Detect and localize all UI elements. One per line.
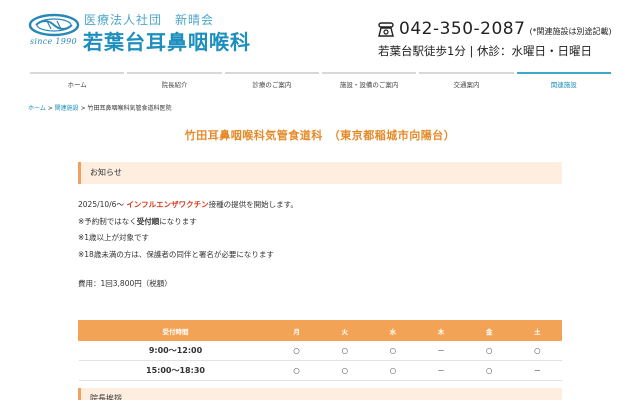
hours-time: 9:00〜12:00 xyxy=(78,340,273,361)
breadcrumb-related-link[interactable]: 関連施設 xyxy=(55,105,79,112)
hours-mark: － xyxy=(416,360,466,381)
hours-header-day: 水 xyxy=(368,320,418,341)
nav-item-access[interactable]: 交通案内 xyxy=(419,72,514,92)
breadcrumb-home-link[interactable]: ホーム xyxy=(28,105,46,112)
notice-line: 2025/10/6〜 インフルエンザワクチン接種の提供を開始します。 xyxy=(78,197,562,214)
hours-mark: － xyxy=(416,340,466,361)
hours-header-day: 土 xyxy=(512,320,563,341)
hours-mark: ○ xyxy=(513,340,562,361)
notice-date: 2025/10/6〜 xyxy=(78,200,127,209)
nav-item-related[interactable]: 関連施設 xyxy=(516,72,611,92)
notice-text: ※予約制ではなく xyxy=(78,216,137,226)
hours-time: 15:00〜18:30 xyxy=(78,360,273,381)
nav-item-facilities[interactable]: 施設・設備のご案内 xyxy=(321,72,417,92)
notice-text: 接種の提供を開始します。 xyxy=(208,200,298,209)
table-row: 15:00〜18:30 ○ ○ ○ － ○ － xyxy=(78,360,562,381)
director-greeting-heading: 院長挨拶 xyxy=(78,388,562,400)
hours-header-time: 受付時間 xyxy=(78,320,273,341)
clinic-name[interactable]: 若葉台耳鼻咽喉科 xyxy=(83,26,251,55)
hours-mark: － xyxy=(513,360,562,381)
notice-heading: お知らせ xyxy=(78,162,562,184)
breadcrumb-separator: > xyxy=(45,105,55,112)
hours-header-day: 木 xyxy=(416,320,466,341)
tel-row: 042-350-2087 (*関連施設は別途記載) xyxy=(378,19,612,39)
notice-line: ※1歳以上が対象です xyxy=(78,233,150,242)
notice-bold: 受付順 xyxy=(136,216,160,226)
notice-fee: 費用：1回3,800円（税額） xyxy=(78,279,172,288)
phone-icon xyxy=(378,21,394,37)
breadcrumb-current: 竹田耳鼻咽喉科気管食道科医院 xyxy=(87,105,172,112)
hours-header-day: 火 xyxy=(320,320,370,341)
notice-line: ※予約制ではなく受付順になります xyxy=(78,214,562,231)
hours-mark: ○ xyxy=(368,340,417,361)
hours-mark: ○ xyxy=(465,360,514,381)
notice-text: になります xyxy=(159,216,197,226)
hours-mark: ○ xyxy=(320,360,369,381)
hours-mark: ○ xyxy=(368,360,417,381)
access-info: 若葉台駅徒歩1分 | 休診：水曜日・日曜日 xyxy=(378,44,593,58)
site-header: since 1990 医療法人社団 新晴会 若葉台耳鼻咽喉科 042-350-2… xyxy=(0,0,640,70)
tel-number[interactable]: 042-350-2087 xyxy=(399,19,525,39)
hours-mark: ○ xyxy=(465,340,514,361)
notice-highlight: インフルエンザワクチン xyxy=(126,200,209,209)
hours-header-row: 受付時間 月 火 水 木 金 土 xyxy=(78,320,563,341)
global-nav: ホーム 院長紹介 診療のご案内 施設・設備のご案内 交通案内 関連施設 xyxy=(30,72,611,92)
notice-body: 2025/10/6〜 インフルエンザワクチン接種の提供を開始します。 ※予約制で… xyxy=(78,197,562,293)
hours-mark: ○ xyxy=(272,360,321,381)
breadcrumb-separator: > xyxy=(78,105,88,112)
table-row: 9:00〜12:00 ○ ○ ○ － ○ ○ xyxy=(78,340,562,361)
breadcrumb: ホーム > 関連施設 > 竹田耳鼻咽喉科気管食道科医院 xyxy=(28,103,172,112)
nav-item-medical-guide[interactable]: 診療のご案内 xyxy=(224,72,319,92)
tel-note: (*関連施設は別途記載) xyxy=(529,26,612,36)
page-title: 竹田耳鼻咽喉科気管食道科 （東京都稲城市向陽台） xyxy=(184,129,456,142)
hours-header-day: 月 xyxy=(271,320,322,341)
hours-table: 受付時間 月 火 水 木 金 土 9:00〜12:00 ○ ○ ○ － ○ ○ … xyxy=(78,320,563,381)
hours-mark: ○ xyxy=(272,340,321,361)
nav-item-home[interactable]: ホーム xyxy=(30,72,125,92)
nav-item-director[interactable]: 院長紹介 xyxy=(127,72,222,92)
notice-line: ※18歳未満の方は、保護者の同伴と署名が必要になります xyxy=(78,249,274,259)
logo-since: since 1990 xyxy=(30,37,77,46)
hours-mark: ○ xyxy=(320,340,369,361)
hours-header-day: 金 xyxy=(464,320,514,341)
